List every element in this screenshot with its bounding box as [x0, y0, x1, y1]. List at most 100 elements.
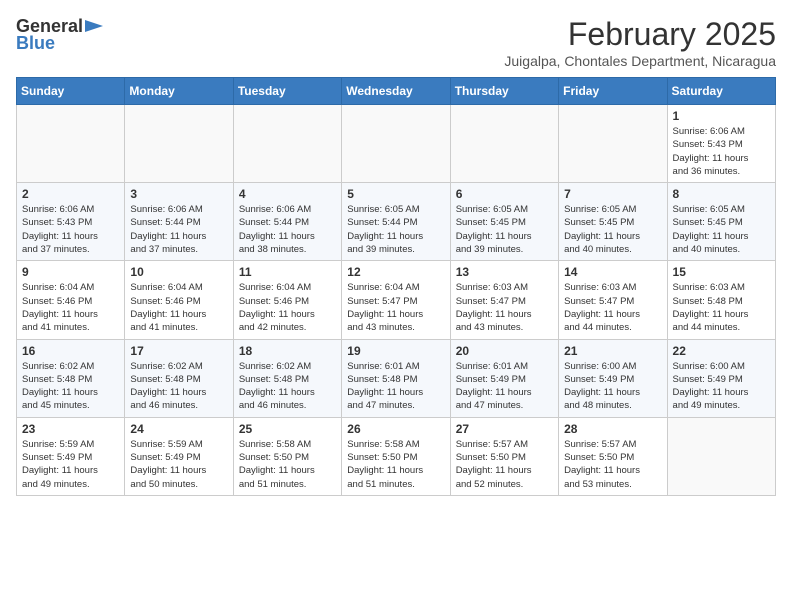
calendar-cell-w1-d7: 1Sunrise: 6:06 AM Sunset: 5:43 PM Daylig… — [667, 105, 775, 183]
day-number: 10 — [130, 265, 227, 279]
day-number: 27 — [456, 422, 553, 436]
calendar-cell-w4-d2: 17 Sunrise: 6:02 AM Sunset: 5:48 PM Dayli… — [125, 339, 233, 417]
calendar-cell-w4-d3: 18Sunrise: 6:02 AM Sunset: 5:48 PM Dayli… — [233, 339, 341, 417]
calendar-cell-w2-d6: 7 Sunrise: 6:05 AM Sunset: 5:45 PM Daylig… — [559, 183, 667, 261]
day-number: 12 — [347, 265, 444, 279]
calendar-cell-w1-d5 — [450, 105, 558, 183]
day-info: Sunrise: 6:03 AM Sunset: 5:48 PM Dayligh… — [673, 281, 770, 334]
day-info: Sunrise: 6:01 AM Sunset: 5:48 PM Dayligh… — [347, 360, 444, 413]
calendar-cell-w5-d7 — [667, 417, 775, 495]
calendar-cell-w3-d3: 11 Sunrise: 6:04 AM Sunset: 5:46 PM Dayli… — [233, 261, 341, 339]
calendar-cell-w3-d7: 15 Sunrise: 6:03 AM Sunset: 5:48 PM Dayli… — [667, 261, 775, 339]
day-number: 3 — [130, 187, 227, 201]
calendar-cell-w2-d7: 8Sunrise: 6:05 AM Sunset: 5:45 PM Daylig… — [667, 183, 775, 261]
day-info: Sunrise: 5:58 AM Sunset: 5:50 PM Dayligh… — [347, 438, 444, 491]
day-info: Sunrise: 6:06 AM Sunset: 5:44 PM Dayligh… — [130, 203, 227, 256]
calendar-week-5: 23 Sunrise: 5:59 AM Sunset: 5:49 PM Dayli… — [17, 417, 776, 495]
calendar-cell-w1-d3 — [233, 105, 341, 183]
day-info: Sunrise: 6:02 AM Sunset: 5:48 PM Dayligh… — [22, 360, 119, 413]
calendar-cell-w3-d2: 10 Sunrise: 6:04 AM Sunset: 5:46 PM Dayli… — [125, 261, 233, 339]
day-info: Sunrise: 6:06 AM Sunset: 5:44 PM Dayligh… — [239, 203, 336, 256]
logo-blue: Blue — [16, 33, 55, 54]
calendar-cell-w5-d4: 26 Sunrise: 5:58 AM Sunset: 5:50 PM Dayli… — [342, 417, 450, 495]
day-number: 22 — [673, 344, 770, 358]
day-info: Sunrise: 5:59 AM Sunset: 5:49 PM Dayligh… — [22, 438, 119, 491]
day-number: 9 — [22, 265, 119, 279]
day-info: Sunrise: 6:05 AM Sunset: 5:44 PM Dayligh… — [347, 203, 444, 256]
logo-flag-icon — [83, 18, 105, 36]
calendar-cell-w4-d6: 21 Sunrise: 6:00 AM Sunset: 5:49 PM Dayli… — [559, 339, 667, 417]
calendar-cell-w5-d5: 27 Sunrise: 5:57 AM Sunset: 5:50 PM Dayli… — [450, 417, 558, 495]
day-number: 23 — [22, 422, 119, 436]
day-info: Sunrise: 6:04 AM Sunset: 5:46 PM Dayligh… — [130, 281, 227, 334]
calendar-week-4: 16Sunrise: 6:02 AM Sunset: 5:48 PM Dayli… — [17, 339, 776, 417]
day-number: 28 — [564, 422, 661, 436]
day-number: 5 — [347, 187, 444, 201]
day-info: Sunrise: 5:59 AM Sunset: 5:49 PM Dayligh… — [130, 438, 227, 491]
calendar-table: Sunday Monday Tuesday Wednesday Thursday… — [16, 77, 776, 496]
day-info: Sunrise: 5:57 AM Sunset: 5:50 PM Dayligh… — [456, 438, 553, 491]
header-friday: Friday — [559, 78, 667, 105]
calendar-cell-w5-d3: 25 Sunrise: 5:58 AM Sunset: 5:50 PM Dayli… — [233, 417, 341, 495]
day-number: 25 — [239, 422, 336, 436]
day-info: Sunrise: 6:05 AM Sunset: 5:45 PM Dayligh… — [564, 203, 661, 256]
day-number: 7 — [564, 187, 661, 201]
calendar-cell-w2-d1: 2 Sunrise: 6:06 AM Sunset: 5:43 PM Daylig… — [17, 183, 125, 261]
day-info: Sunrise: 6:04 AM Sunset: 5:46 PM Dayligh… — [22, 281, 119, 334]
day-number: 19 — [347, 344, 444, 358]
calendar-cell-w3-d1: 9 Sunrise: 6:04 AM Sunset: 5:46 PM Daylig… — [17, 261, 125, 339]
calendar-cell-w3-d4: 12 Sunrise: 6:04 AM Sunset: 5:47 PM Dayli… — [342, 261, 450, 339]
calendar-cell-w2-d4: 5 Sunrise: 6:05 AM Sunset: 5:44 PM Daylig… — [342, 183, 450, 261]
location-subtitle: Juigalpa, Chontales Department, Nicaragu… — [504, 53, 776, 69]
day-info: Sunrise: 6:04 AM Sunset: 5:46 PM Dayligh… — [239, 281, 336, 334]
calendar-week-3: 9 Sunrise: 6:04 AM Sunset: 5:46 PM Daylig… — [17, 261, 776, 339]
calendar-cell-w4-d1: 16Sunrise: 6:02 AM Sunset: 5:48 PM Dayli… — [17, 339, 125, 417]
header-wednesday: Wednesday — [342, 78, 450, 105]
calendar-cell-w5-d2: 24 Sunrise: 5:59 AM Sunset: 5:49 PM Dayli… — [125, 417, 233, 495]
calendar-cell-w1-d2 — [125, 105, 233, 183]
logo: General Blue — [16, 16, 105, 54]
calendar-week-2: 2 Sunrise: 6:06 AM Sunset: 5:43 PM Daylig… — [17, 183, 776, 261]
calendar-cell-w2-d5: 6Sunrise: 6:05 AM Sunset: 5:45 PM Daylig… — [450, 183, 558, 261]
calendar-cell-w5-d1: 23 Sunrise: 5:59 AM Sunset: 5:49 PM Dayli… — [17, 417, 125, 495]
header-monday: Monday — [125, 78, 233, 105]
day-info: Sunrise: 6:02 AM Sunset: 5:48 PM Dayligh… — [239, 360, 336, 413]
day-number: 4 — [239, 187, 336, 201]
day-info: Sunrise: 6:00 AM Sunset: 5:49 PM Dayligh… — [564, 360, 661, 413]
calendar-cell-w4-d5: 20Sunrise: 6:01 AM Sunset: 5:49 PM Dayli… — [450, 339, 558, 417]
calendar-week-1: 1Sunrise: 6:06 AM Sunset: 5:43 PM Daylig… — [17, 105, 776, 183]
day-number: 11 — [239, 265, 336, 279]
day-number: 13 — [456, 265, 553, 279]
day-info: Sunrise: 5:58 AM Sunset: 5:50 PM Dayligh… — [239, 438, 336, 491]
calendar-cell-w4-d7: 22Sunrise: 6:00 AM Sunset: 5:49 PM Dayli… — [667, 339, 775, 417]
month-year-title: February 2025 — [504, 16, 776, 53]
day-number: 26 — [347, 422, 444, 436]
day-info: Sunrise: 6:04 AM Sunset: 5:47 PM Dayligh… — [347, 281, 444, 334]
day-info: Sunrise: 6:03 AM Sunset: 5:47 PM Dayligh… — [564, 281, 661, 334]
calendar-cell-w1-d4 — [342, 105, 450, 183]
day-number: 14 — [564, 265, 661, 279]
day-number: 1 — [673, 109, 770, 123]
calendar-cell-w3-d6: 14 Sunrise: 6:03 AM Sunset: 5:47 PM Dayli… — [559, 261, 667, 339]
calendar-header-row: Sunday Monday Tuesday Wednesday Thursday… — [17, 78, 776, 105]
day-number: 17 — [130, 344, 227, 358]
day-number: 21 — [564, 344, 661, 358]
header-tuesday: Tuesday — [233, 78, 341, 105]
header-thursday: Thursday — [450, 78, 558, 105]
day-number: 20 — [456, 344, 553, 358]
day-number: 15 — [673, 265, 770, 279]
calendar-cell-w1-d1 — [17, 105, 125, 183]
day-info: Sunrise: 6:05 AM Sunset: 5:45 PM Dayligh… — [673, 203, 770, 256]
calendar-cell-w2-d2: 3 Sunrise: 6:06 AM Sunset: 5:44 PM Daylig… — [125, 183, 233, 261]
header-sunday: Sunday — [17, 78, 125, 105]
header-saturday: Saturday — [667, 78, 775, 105]
title-block: February 2025 Juigalpa, Chontales Depart… — [504, 16, 776, 69]
calendar-cell-w3-d5: 13Sunrise: 6:03 AM Sunset: 5:47 PM Dayli… — [450, 261, 558, 339]
day-info: Sunrise: 6:05 AM Sunset: 5:45 PM Dayligh… — [456, 203, 553, 256]
page-header: General Blue February 2025 Juigalpa, Cho… — [16, 16, 776, 69]
day-info: Sunrise: 6:06 AM Sunset: 5:43 PM Dayligh… — [22, 203, 119, 256]
day-info: Sunrise: 6:02 AM Sunset: 5:48 PM Dayligh… — [130, 360, 227, 413]
day-number: 2 — [22, 187, 119, 201]
calendar-cell-w4-d4: 19 Sunrise: 6:01 AM Sunset: 5:48 PM Dayli… — [342, 339, 450, 417]
day-number: 24 — [130, 422, 227, 436]
